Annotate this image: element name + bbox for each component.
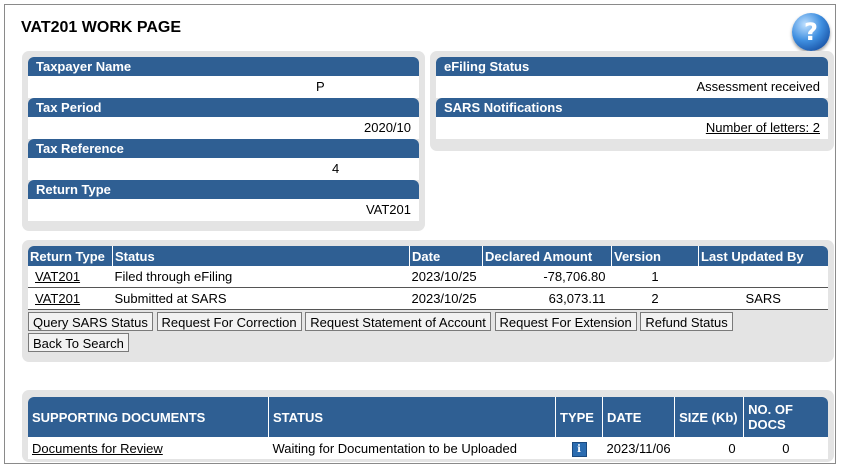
tax-reference-text: 4 (332, 161, 340, 176)
col-no-of-docs: NO. OF DOCS (743, 397, 828, 437)
doc-count: 0 (743, 437, 828, 459)
return-type-value: VAT201 (28, 199, 419, 221)
efiling-status-label: eFiling Status (436, 57, 828, 76)
request-statement-button[interactable]: Request Statement of Account (305, 312, 491, 331)
taxpayer-panel: Taxpayer Name P Tax Period 2020/10 Tax R… (22, 51, 425, 231)
efiling-status-value: Assessment received (436, 76, 828, 98)
query-sars-status-button[interactable]: Query SARS Status (28, 312, 153, 331)
return-type-link[interactable]: VAT201 (35, 269, 80, 284)
tax-period-value: 2020/10 (28, 117, 419, 139)
supporting-docs-table: SUPPORTING DOCUMENTS STATUS TYPE DATE SI… (28, 397, 828, 459)
number-of-letters-link[interactable]: Number of letters: 2 (706, 120, 820, 135)
work-page-frame: VAT201 WORK PAGE ? Taxpayer Name P Tax P… (4, 4, 836, 464)
col-version: Version (611, 246, 699, 266)
returns-panel: Return Type Status Date Declared Amount … (22, 240, 834, 362)
efiling-panel: eFiling Status Assessment received SARS … (430, 51, 834, 151)
row-version: 2 (611, 287, 699, 310)
documents-for-review-link[interactable]: Documents for Review (32, 441, 163, 456)
info-icon[interactable]: i (571, 441, 587, 457)
col-doc-date: DATE (602, 397, 676, 437)
doc-status: Waiting for Documentation to be Uploaded (268, 437, 556, 459)
row-last-updated: SARS (698, 287, 828, 310)
back-to-search-button[interactable]: Back To Search (28, 333, 129, 352)
tax-reference-label: Tax Reference (28, 139, 419, 158)
col-return-type: Return Type (28, 246, 113, 266)
taxpayer-name-label: Taxpayer Name (28, 57, 419, 76)
request-extension-button[interactable]: Request For Extension (494, 312, 637, 331)
col-size: SIZE (Kb) (674, 397, 745, 437)
supporting-docs-panel: SUPPORTING DOCUMENTS STATUS TYPE DATE SI… (22, 390, 834, 462)
col-supporting-documents: SUPPORTING DOCUMENTS (28, 397, 269, 437)
row-date: 2023/10/25 (409, 266, 483, 288)
return-type-label: Return Type (28, 180, 419, 199)
tax-period-label: Tax Period (28, 98, 419, 117)
row-version: 1 (611, 266, 699, 288)
col-last-updated-by: Last Updated By (698, 246, 828, 266)
table-row: VAT201 Submitted at SARS 2023/10/25 63,0… (28, 287, 828, 310)
request-correction-button[interactable]: Request For Correction (156, 312, 302, 331)
returns-table-header: Return Type Status Date Declared Amount … (28, 246, 828, 266)
tax-reference-value: 4 (28, 158, 419, 180)
sars-notifications-label: SARS Notifications (436, 98, 828, 117)
taxpayer-name-value: P (28, 76, 419, 98)
row-status: Submitted at SARS (112, 287, 410, 310)
help-icon[interactable]: ? (792, 13, 830, 51)
col-declared-amount: Declared Amount (482, 246, 612, 266)
action-buttons: Query SARS Status Request For Correction… (28, 312, 828, 354)
row-amount: -78,706.80 (482, 266, 612, 288)
table-row: Documents for Review Waiting for Documen… (28, 437, 828, 459)
col-doc-status: STATUS (268, 397, 556, 437)
col-type: TYPE (555, 397, 603, 437)
col-date: Date (409, 246, 483, 266)
table-row: VAT201 Filed through eFiling 2023/10/25 … (28, 266, 828, 288)
notifications-value: Number of letters: 2 (436, 117, 828, 139)
page-title: VAT201 WORK PAGE (21, 19, 182, 36)
doc-size: 0 (674, 437, 744, 459)
row-last-updated (698, 266, 828, 288)
returns-table: Return Type Status Date Declared Amount … (28, 246, 828, 310)
doc-date: 2023/11/06 (602, 437, 675, 459)
supporting-docs-header: SUPPORTING DOCUMENTS STATUS TYPE DATE SI… (28, 397, 828, 437)
row-status: Filed through eFiling (112, 266, 410, 288)
taxpayer-name-text: P (316, 79, 325, 94)
row-amount: 63,073.11 (482, 287, 612, 310)
refund-status-button[interactable]: Refund Status (640, 312, 733, 331)
col-status: Status (112, 246, 410, 266)
return-type-link[interactable]: VAT201 (35, 291, 80, 306)
row-date: 2023/10/25 (409, 287, 483, 310)
